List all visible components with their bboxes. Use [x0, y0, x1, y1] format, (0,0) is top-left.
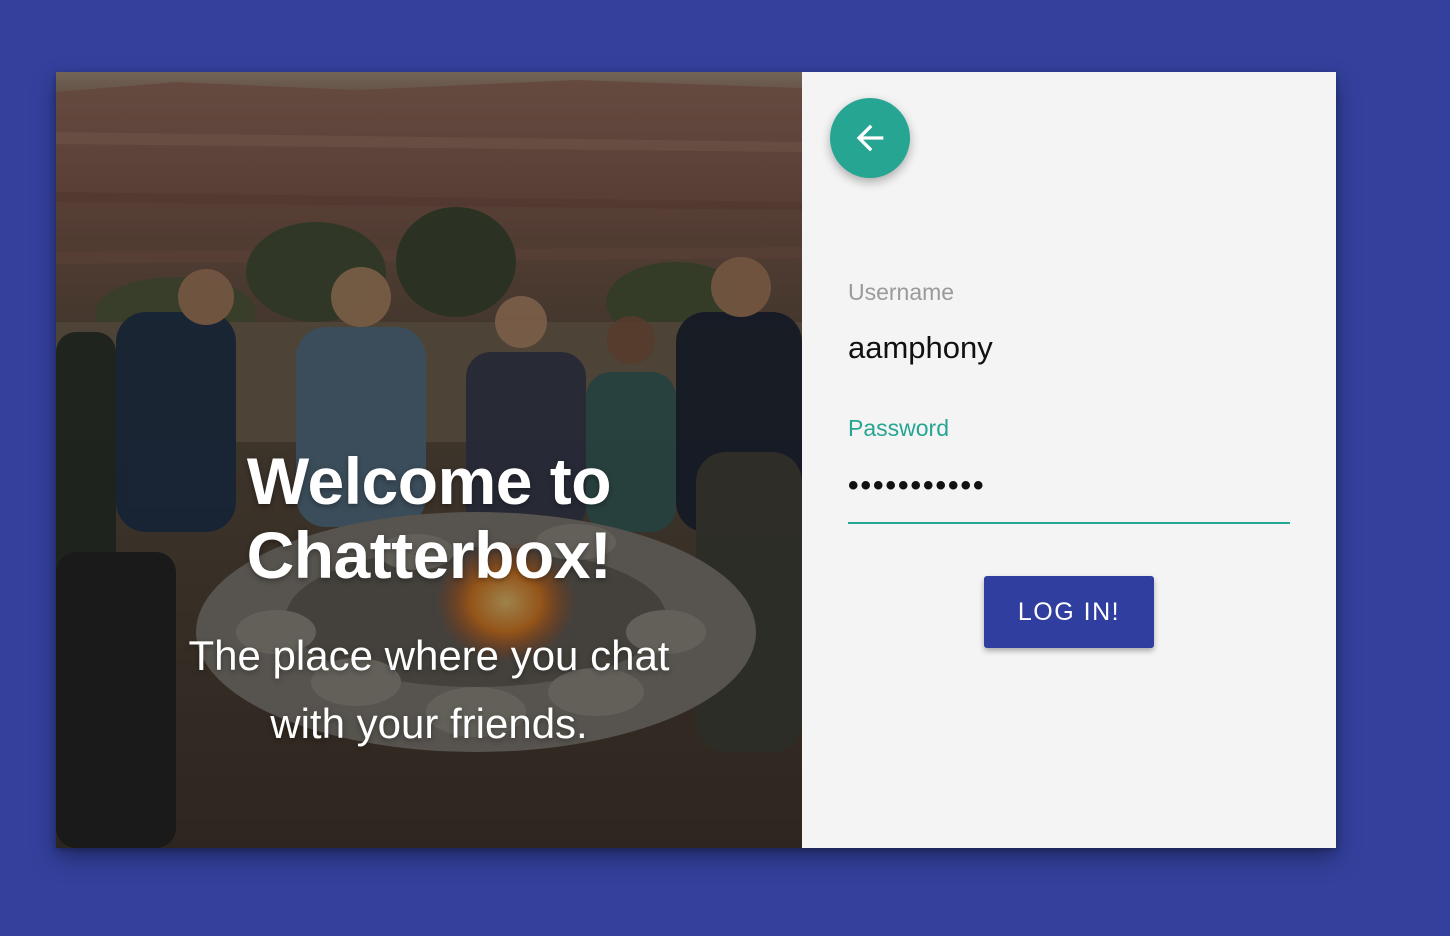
welcome-subtitle-line-1: The place where you chat [188, 632, 670, 679]
login-card: Welcome to Chatterbox! The place where y… [56, 72, 1336, 848]
password-focus-underline [848, 522, 1290, 524]
password-input[interactable]: ••••••••••• [848, 460, 1290, 512]
password-field: Password ••••••••••• [848, 414, 1290, 524]
username-field: Username [848, 278, 1290, 368]
back-button[interactable] [830, 98, 910, 178]
hero-panel: Welcome to Chatterbox! The place where y… [56, 72, 802, 848]
welcome-title: Welcome to Chatterbox! [56, 444, 802, 592]
login-form-panel: Username Password ••••••••••• LOG IN! [802, 72, 1336, 848]
welcome-title-line-2: Chatterbox! [246, 518, 612, 592]
welcome-subtitle-line-2: with your friends. [270, 700, 588, 747]
welcome-subtitle: The place where you chat with your frien… [56, 622, 802, 758]
welcome-title-line-1: Welcome to [246, 444, 612, 518]
username-input[interactable] [848, 328, 1290, 368]
arrow-left-icon [856, 124, 884, 152]
login-button[interactable]: LOG IN! [984, 576, 1154, 648]
username-label: Username [848, 279, 955, 305]
password-label: Password [848, 415, 949, 441]
